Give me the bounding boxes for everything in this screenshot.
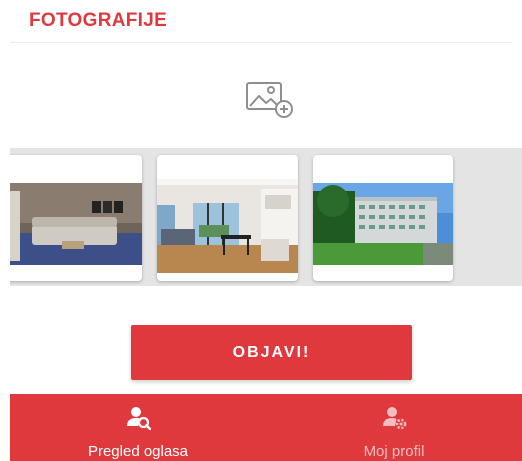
bottom-navigation: Pregled oglasa Moj profil xyxy=(10,394,522,461)
divider xyxy=(10,42,512,43)
nav-item-pregled-oglasa[interactable]: Pregled oglasa xyxy=(10,394,266,461)
user-settings-icon xyxy=(383,407,407,430)
open-plan-photo xyxy=(157,179,298,273)
building-photo xyxy=(313,183,453,265)
publish-button[interactable]: OBJAVI! xyxy=(131,325,412,380)
photo-thumbnail-living-room[interactable] xyxy=(10,155,142,281)
photo-thumbnail-building[interactable] xyxy=(313,155,453,281)
add-photo-button[interactable] xyxy=(242,78,298,122)
living-room-photo xyxy=(10,183,142,265)
photo-thumbnail-open-plan[interactable] xyxy=(157,155,298,281)
photo-gallery[interactable] xyxy=(10,148,522,286)
nav-label: Pregled oglasa xyxy=(87,443,189,460)
section-title: FOTOGRAFIJE xyxy=(29,10,168,31)
add-photo-icon xyxy=(246,82,293,118)
nav-label: Moj profil xyxy=(363,443,425,460)
nav-item-moj-profil[interactable]: Moj profil xyxy=(266,394,522,461)
user-search-icon xyxy=(127,407,151,430)
